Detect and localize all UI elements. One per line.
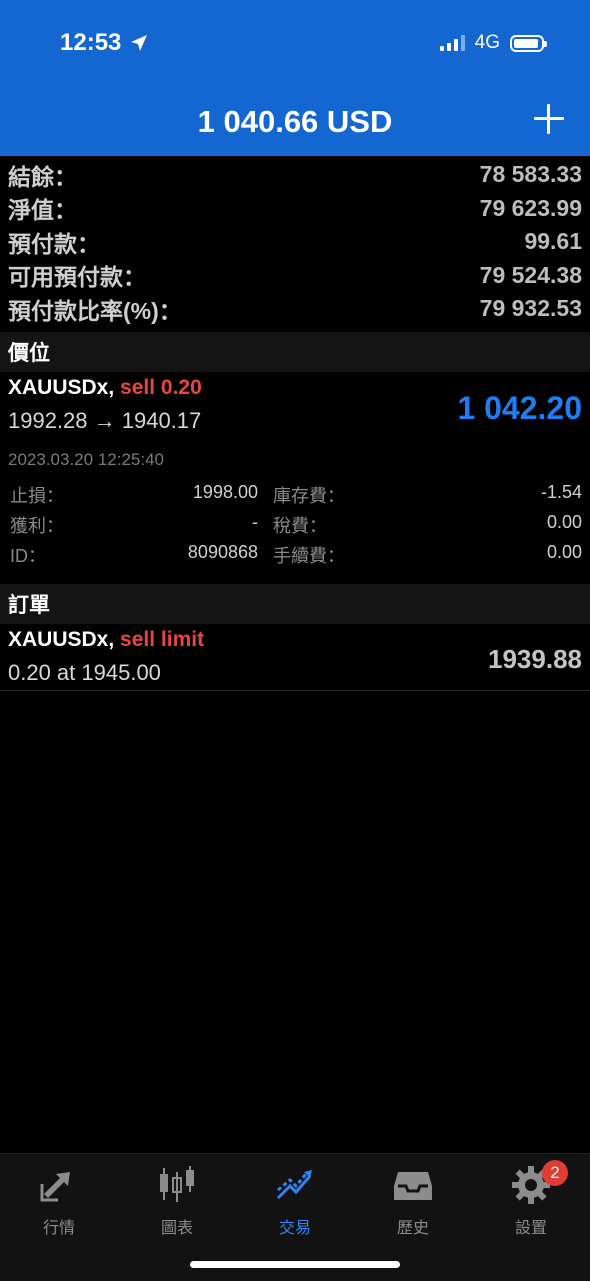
stop-loss-value: 1998.00 — [192, 482, 258, 502]
summary-row-equity: 淨值： 79 623.99 — [0, 192, 590, 226]
tab-quotes[interactable]: 行情 — [0, 1164, 118, 1244]
trade-side: sell 0.20 — [120, 376, 202, 399]
status-indicators: 4G — [439, 32, 547, 54]
cellular-signal-icon — [439, 35, 465, 51]
home-indicator — [190, 1261, 400, 1268]
status-time: 12:53 — [60, 29, 149, 57]
summary-label: 淨值： — [8, 197, 77, 224]
tab-label: 歷史 — [396, 1220, 429, 1237]
id-label: ID： — [10, 546, 46, 566]
position-open-time: 2023.03.20 12:25:40 — [8, 450, 164, 469]
taxes-label: 稅費： — [273, 516, 327, 536]
tab-chart[interactable]: 圖表 — [118, 1164, 236, 1244]
account-summary: 結餘： 78 583.33 淨值： 79 623.99 預付款： 99.61 可… — [0, 158, 590, 326]
detail-row: ID： 8090868 手續費： 0.00 — [0, 542, 590, 572]
order-symbol: XAUUSDx, sell limit — [8, 628, 204, 652]
chart-icon — [160, 1166, 194, 1202]
stop-loss-label: 止損： — [10, 486, 64, 506]
position-symbol: XAUUSDx, sell 0.20 — [8, 376, 202, 400]
tab-label: 交易 — [278, 1220, 311, 1237]
battery-icon — [510, 34, 547, 52]
summary-label: 可用預付款： — [8, 264, 146, 291]
positions-section-header: 價位 — [0, 332, 590, 372]
symbol-name: XAUUSDx, — [8, 628, 115, 651]
summary-row-margin: 預付款： 99.61 — [0, 225, 590, 259]
summary-row-margin-level: 預付款比率(%)： 79 932.53 — [0, 292, 590, 326]
add-order-button[interactable] — [534, 104, 564, 134]
summary-label: 結餘： — [8, 163, 77, 190]
tab-history[interactable]: 歷史 — [354, 1164, 472, 1244]
detail-row: 獲利： - 稅費： 0.00 — [0, 512, 590, 542]
tab-label: 行情 — [42, 1220, 75, 1237]
summary-value: 79 623.99 — [479, 194, 582, 221]
order-item[interactable]: XAUUSDx, sell limit 0.20 at 1945.00 1939… — [0, 624, 590, 691]
app-header: 12:53 4G 1 040.66 USD — [0, 0, 590, 156]
position-item[interactable]: XAUUSDx, sell 0.20 1992.28 → 1940.17 1 0… — [0, 372, 590, 582]
order-current-price: 1939.88 — [488, 644, 582, 674]
location-arrow-icon — [131, 35, 148, 51]
summary-value: 79 524.38 — [479, 261, 582, 288]
position-prices: 1992.28 → 1940.17 — [8, 408, 202, 433]
account-balance-title: 1 040.66 USD — [197, 104, 393, 139]
tab-trade[interactable]: 交易 — [236, 1164, 354, 1244]
summary-value: 78 583.33 — [479, 161, 582, 188]
order-type: sell limit — [120, 628, 205, 651]
take-profit-label: 獲利： — [10, 516, 64, 536]
id-value: 8090868 — [187, 542, 258, 562]
summary-value: 99.61 — [524, 228, 582, 255]
trade-icon — [276, 1170, 312, 1200]
tab-label: 設置 — [514, 1220, 547, 1237]
position-profit: 1 042.20 — [457, 390, 582, 426]
swap-label: 庫存費： — [273, 486, 345, 506]
summary-label: 預付款： — [8, 230, 100, 257]
tab-settings[interactable]: 2 設置 — [472, 1160, 590, 1244]
take-profit-value: - — [252, 512, 258, 532]
detail-row: 止損： 1998.00 庫存費： -1.54 — [0, 482, 590, 512]
orders-section-header: 訂單 — [0, 584, 590, 624]
network-label: 4G — [474, 32, 500, 53]
tab-label: 圖表 — [160, 1220, 193, 1237]
notification-badge: 2 — [542, 1160, 568, 1186]
summary-row-free-margin: 可用預付款： 79 524.38 — [0, 259, 590, 293]
commission-value: 0.00 — [546, 542, 582, 562]
history-icon — [394, 1172, 432, 1200]
summary-value: 79 932.53 — [479, 295, 582, 322]
taxes-value: 0.00 — [546, 512, 582, 532]
order-description: 0.20 at 1945.00 — [8, 660, 161, 685]
clock-label: 12:53 — [60, 29, 122, 56]
commission-label: 手續費： — [273, 546, 345, 566]
quotes-icon — [40, 1172, 70, 1202]
symbol-name: XAUUSDx, — [8, 376, 115, 399]
swap-value: -1.54 — [540, 482, 582, 502]
summary-label: 預付款比率(%)： — [8, 297, 182, 324]
summary-row-balance: 結餘： 78 583.33 — [0, 158, 590, 192]
bottom-tab-bar: 行情 圖表 交易 歷史 2 設置 — [0, 1153, 590, 1281]
